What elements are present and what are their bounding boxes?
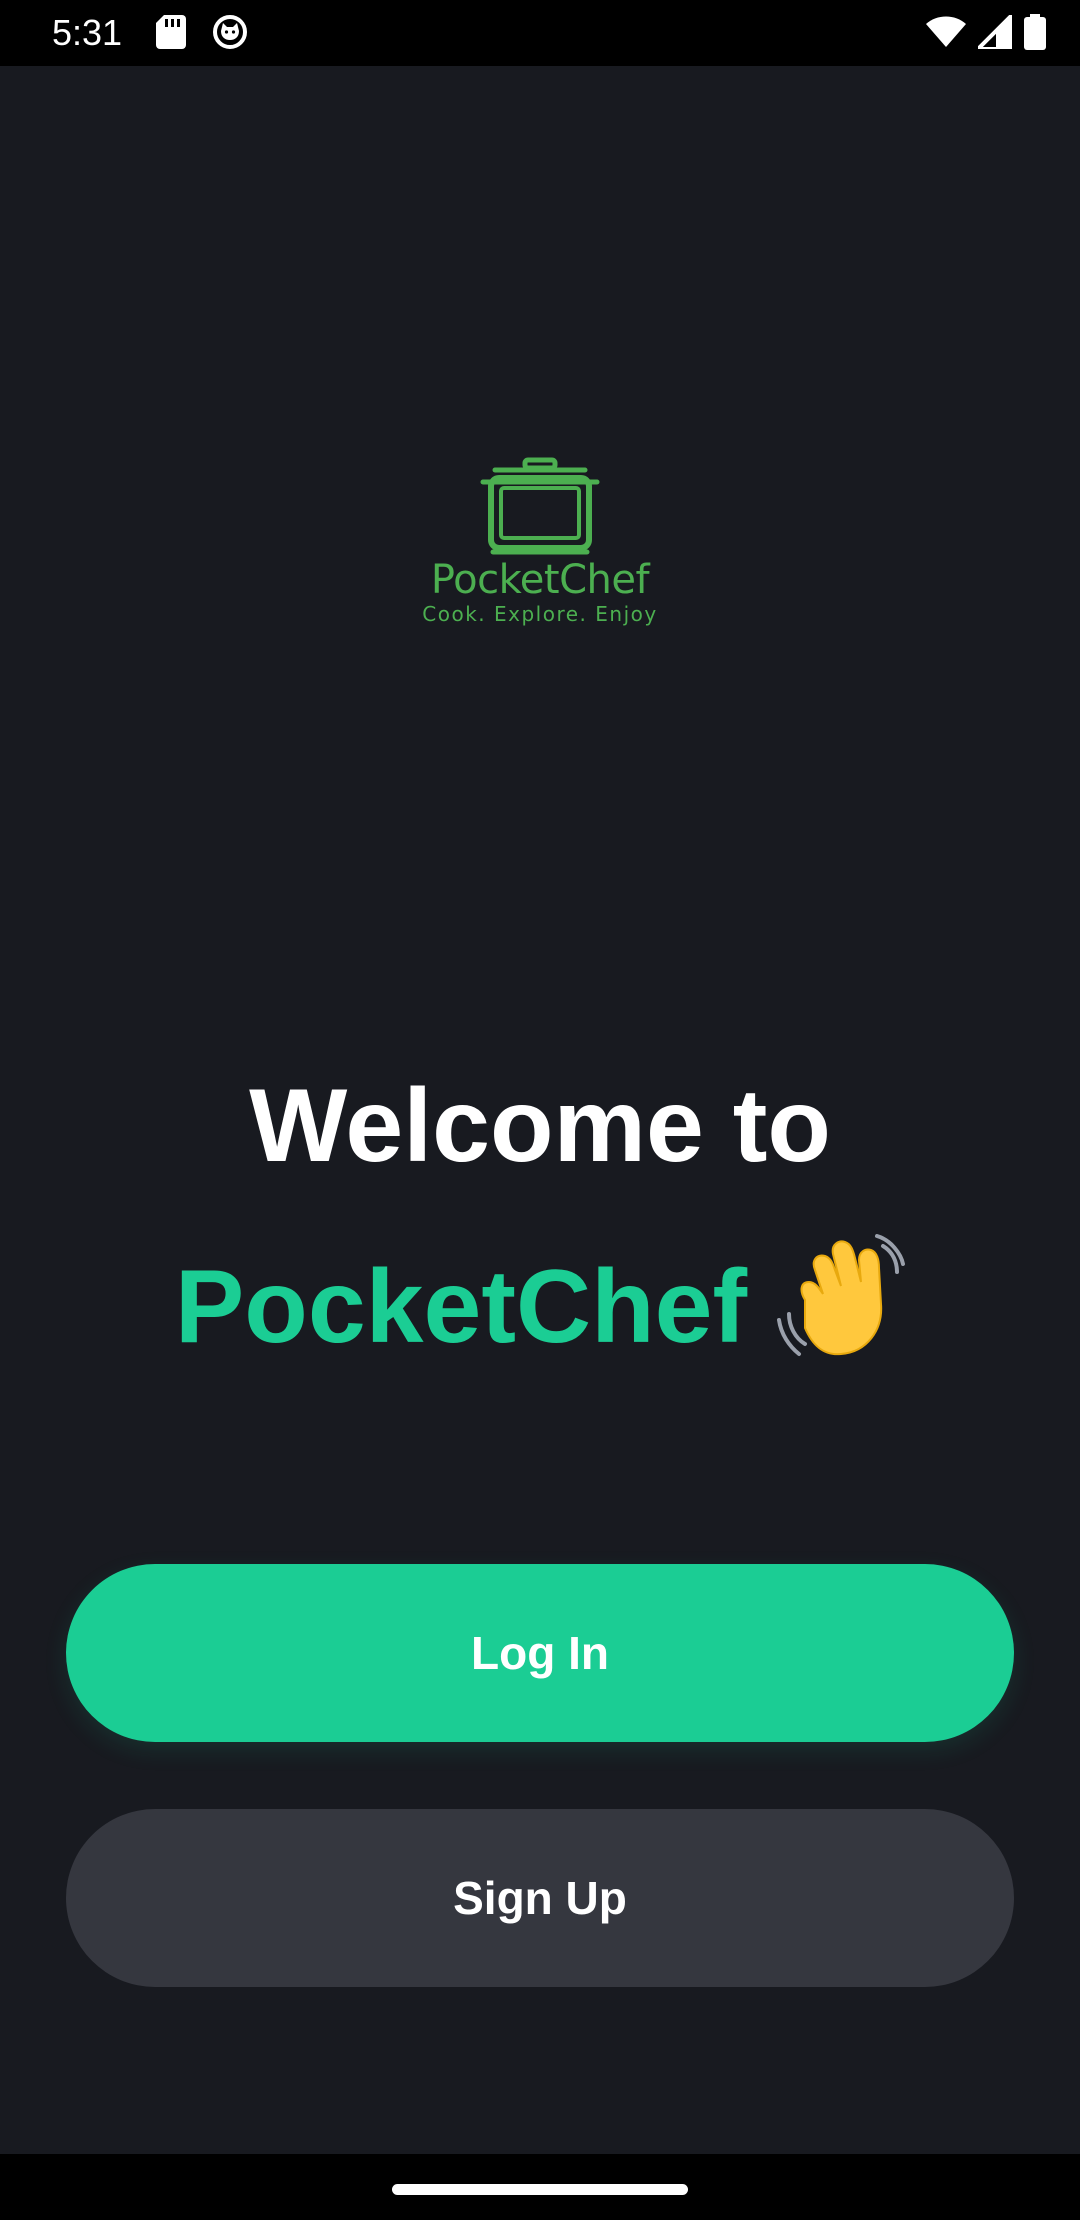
logo-tagline: Cook. Explore. Enjoy [422,602,658,626]
sd-card-icon [156,15,186,53]
welcome-app-name: PocketChef [0,1234,1080,1385]
waving-hand-icon [775,1230,906,1385]
app-logo: PocketChef Cook. Explore. Enjoy [400,456,680,706]
signup-button[interactable]: Sign Up [66,1809,1014,1987]
logo-name: PocketChef [430,557,650,603]
login-button[interactable]: Log In [66,1564,1014,1742]
status-bar: 5:31 [0,0,1080,66]
welcome-screen: PocketChef Cook. Explore. Enjoy Welcome … [0,66,1080,2154]
signal-icon [976,13,1014,53]
home-gesture-handle[interactable] [392,2184,688,2195]
cooking-pot-icon [400,456,680,556]
navigation-bar [0,2154,1080,2220]
welcome-app-name-text: PocketChef [174,1248,748,1365]
status-right-icons [926,13,1046,54]
battery-icon [1024,14,1046,54]
status-time: 5:31 [52,12,123,53]
wifi-icon [926,16,966,52]
status-left-icons [156,14,248,54]
cat-face-icon [212,14,248,54]
welcome-heading: Welcome to [249,1068,831,1184]
